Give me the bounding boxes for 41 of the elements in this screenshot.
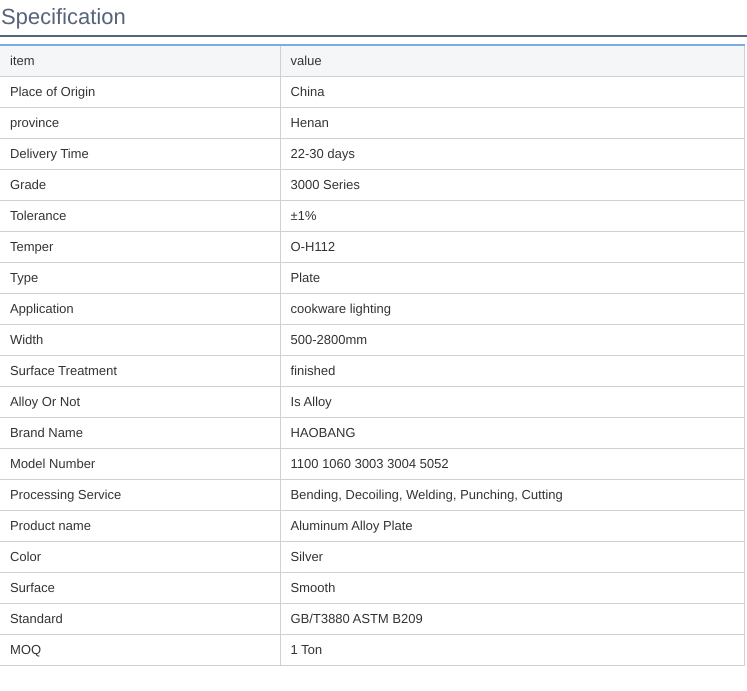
table-cell: Surface [0, 572, 280, 603]
table-cell: Alloy Or Not [0, 386, 280, 417]
table-cell: Smooth [280, 572, 744, 603]
table-cell: HAOBANG [280, 417, 744, 448]
table-cell: Aluminum Alloy Plate [280, 510, 744, 541]
table-cell: Processing Service [0, 479, 280, 510]
table-cell: Product name [0, 510, 280, 541]
table-cell: Surface Treatment [0, 355, 280, 386]
table-cell: 1100 1060 3003 3004 5052 [280, 448, 744, 479]
table-cell: Temper [0, 231, 280, 262]
table-cell: GB/T3880 ASTM B209 [280, 603, 744, 634]
table-cell: Type [0, 262, 280, 293]
table-cell: Bending, Decoiling, Welding, Punching, Cutting [280, 479, 744, 510]
table-cell: Brand Name [0, 417, 280, 448]
table-cell: Is Alloy [280, 386, 744, 417]
table-cell: Standard [0, 603, 280, 634]
section-title: Specification [0, 3, 127, 31]
table-cell: Grade [0, 169, 280, 200]
table-cell: province [0, 107, 280, 138]
table-cell: cookware lighting [280, 293, 744, 324]
table-cell: 500-2800mm [280, 324, 744, 355]
table-cell: 1 Ton [280, 634, 744, 665]
table-cell: Place of Origin [0, 76, 280, 107]
table-cell: 22-30 days [280, 138, 744, 169]
table-cell: Color [0, 541, 280, 572]
table-cell: Plate [280, 262, 744, 293]
table-cell: O-H112 [280, 231, 744, 262]
table-cell: Width [0, 324, 280, 355]
table-cell: ±1% [280, 200, 744, 231]
table-cell: Application [0, 293, 280, 324]
column-header: item [0, 45, 280, 76]
table-cell: Tolerance [0, 200, 280, 231]
table-cell: MOQ [0, 634, 280, 665]
table-cell: Delivery Time [0, 138, 280, 169]
table-cell: China [280, 76, 744, 107]
table-cell: Model Number [0, 448, 280, 479]
table-cell: 3000 Series [280, 169, 744, 200]
table-cell: Silver [280, 541, 744, 572]
column-header: value [280, 45, 744, 76]
table-cell: Henan [280, 107, 744, 138]
table-cell: finished [280, 355, 744, 386]
